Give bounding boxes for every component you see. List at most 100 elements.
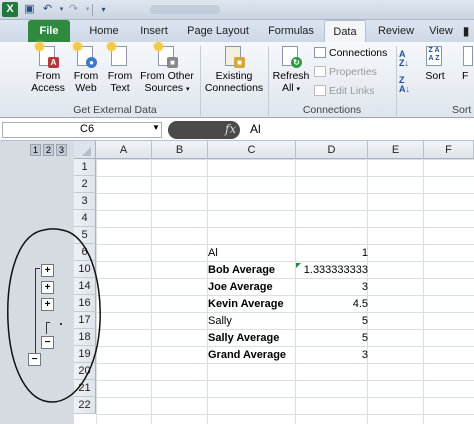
cell-d-value[interactable]: 1 <box>296 245 368 262</box>
name-box-dropdown-icon[interactable]: ▼ <box>152 123 160 132</box>
insert-function-icon[interactable]: fx <box>225 122 236 136</box>
group-separator <box>268 46 269 116</box>
tab-file[interactable]: File <box>28 20 70 42</box>
properties-button[interactable]: Properties <box>314 66 377 79</box>
cell-c-label[interactable]: Joe Average <box>208 279 273 296</box>
from-text-label-1: From <box>107 70 133 82</box>
existing-connections-button[interactable]: ■ Existing Connections <box>203 44 265 94</box>
refresh-label-1: Refresh <box>272 70 310 82</box>
cell-c-label[interactable]: Sally Average <box>208 330 279 347</box>
outline-level-1-button[interactable]: 1 <box>30 144 41 156</box>
from-other-sources-button[interactable]: ■ From Other Sources ▾ <box>138 42 196 96</box>
grid-line <box>96 329 474 330</box>
name-box-value: C6 <box>80 123 95 135</box>
cell-c-label[interactable]: Grand Average <box>208 347 286 364</box>
excel-app-icon[interactable]: X <box>2 2 18 17</box>
column-header-f[interactable]: F <box>424 141 474 159</box>
cell-c-label[interactable]: Al <box>208 245 218 262</box>
grid-line <box>96 227 474 228</box>
edit-links-button[interactable]: Edit Links <box>314 85 375 98</box>
grid-line <box>96 210 474 211</box>
connections-button[interactable]: Connections <box>314 47 387 60</box>
toolbar-divider <box>92 4 93 16</box>
select-all-triangle-icon <box>82 147 91 156</box>
sort-icon: Z AA Z <box>424 44 446 68</box>
column-header-d[interactable]: D <box>296 141 368 159</box>
save-icon[interactable]: ▣ <box>22 2 37 17</box>
existing-label-2: Connections <box>204 82 264 94</box>
error-indicator-icon <box>296 263 301 268</box>
from-web-label-2: Web <box>75 82 97 94</box>
tab-formulas[interactable]: Formulas <box>264 20 318 42</box>
row-header[interactable]: 3 <box>74 193 96 210</box>
column-header-e[interactable]: E <box>368 141 424 159</box>
grid-line <box>96 278 474 279</box>
tab-review[interactable]: Review <box>376 20 416 42</box>
row-header[interactable]: 4 <box>74 210 96 227</box>
tab-home[interactable]: Home <box>84 20 124 42</box>
from-other-label-1: From Other <box>140 70 194 82</box>
outline-level-2-button[interactable]: 2 <box>43 144 54 156</box>
group-label-connections: Connections <box>302 104 362 116</box>
grid-line <box>96 380 474 381</box>
cell-c-label[interactable]: Kevin Average <box>208 296 284 313</box>
cell-d-value[interactable]: 3 <box>296 279 368 296</box>
existing-label-1: Existing <box>215 70 253 82</box>
refresh-all-button[interactable]: ↻ Refresh All ▾ <box>271 44 311 96</box>
filter-button[interactable]: F <box>462 44 474 82</box>
grid-line <box>96 312 474 313</box>
from-access-label-2: Access <box>31 82 65 94</box>
customize-toolbar-icon[interactable]: ▾ <box>96 2 111 17</box>
ribbon-overflow-icon[interactable]: ▮ <box>458 20 474 42</box>
redo-icon[interactable]: ↷ <box>66 2 81 17</box>
tab-data[interactable]: Data <box>324 20 366 42</box>
edit-links-icon <box>314 85 326 96</box>
tab-insert[interactable]: Insert <box>134 20 174 42</box>
group-separator <box>396 46 397 116</box>
cell-c-label[interactable]: Sally <box>208 313 232 330</box>
tab-view[interactable]: View <box>424 20 458 42</box>
edit-links-label: Edit Links <box>329 85 375 97</box>
cell-d-value[interactable]: 3 <box>296 347 368 364</box>
grid-line <box>96 414 474 415</box>
column-header-b[interactable]: B <box>152 141 208 159</box>
column-header-a[interactable]: A <box>96 141 152 159</box>
tab-page-layout[interactable]: Page Layout <box>186 20 250 42</box>
grid-line <box>96 193 474 194</box>
text-icon <box>107 42 131 68</box>
dropdown-arrow-icon: ▾ <box>296 86 301 93</box>
outline-level-3-button[interactable]: 3 <box>56 144 67 156</box>
sort-z-a-icon[interactable]: Z A↓ <box>399 76 410 94</box>
cell-d-value[interactable]: 1.333333333 <box>296 262 368 279</box>
sort-a-z-icon[interactable]: A Z↓ <box>399 50 409 68</box>
from-text-label-2: Text <box>110 82 130 94</box>
other-sources-icon: ■ <box>154 42 178 68</box>
connections-small-icon <box>314 47 326 58</box>
undo-icon[interactable]: ↶ <box>40 2 55 17</box>
sort-label: Sort <box>425 70 445 82</box>
grid-line <box>96 295 474 296</box>
group-label-sort: Sort <box>452 104 472 116</box>
from-text-button[interactable]: From Text <box>104 42 136 94</box>
row-header[interactable]: 1 <box>74 159 96 176</box>
from-access-button[interactable]: A From Access <box>28 42 68 94</box>
from-web-label-1: From <box>73 70 99 82</box>
column-header-c[interactable]: C <box>208 141 296 159</box>
formula-input[interactable]: Al <box>250 122 261 136</box>
cell-d-value[interactable]: 4.5 <box>296 296 368 313</box>
properties-label: Properties <box>329 66 377 78</box>
cell-d-value[interactable]: 5 <box>296 313 368 330</box>
from-access-label-1: From <box>35 70 61 82</box>
refresh-label-2: All <box>281 82 294 94</box>
grid-line <box>96 176 474 177</box>
filter-label: F <box>462 70 469 82</box>
grid-line <box>423 159 424 424</box>
cell-d-value[interactable]: 5 <box>296 330 368 347</box>
row-header[interactable]: 2 <box>74 176 96 193</box>
from-web-button[interactable]: ● From Web <box>70 42 102 94</box>
sort-button[interactable]: Z AA Z Sort <box>418 44 452 82</box>
cell-grid[interactable] <box>96 159 474 424</box>
group-separator <box>200 46 201 116</box>
group-label-get-external-data: Get External Data <box>73 104 157 116</box>
cell-c-label[interactable]: Bob Average <box>208 262 275 279</box>
